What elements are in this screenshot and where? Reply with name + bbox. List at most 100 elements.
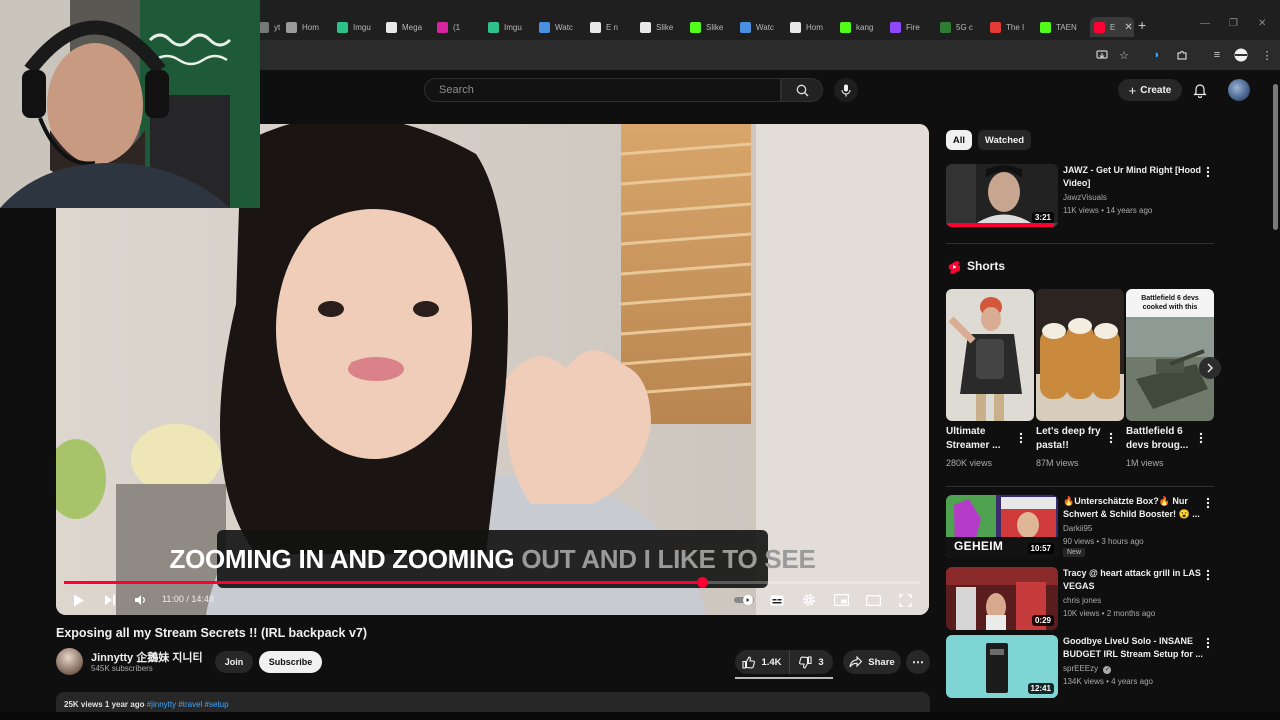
description-hashtags[interactable]: #jinnytty #travel #setup — [147, 700, 229, 709]
browser-tab[interactable]: Imgu — [488, 17, 522, 37]
close-window-icon[interactable]: ✕ — [1258, 18, 1266, 29]
browser-tab[interactable]: kang — [840, 17, 873, 37]
browser-tab[interactable]: Hom — [286, 17, 319, 37]
browser-tab[interactable]: Mega — [386, 17, 422, 37]
browser-tab[interactable]: Watc — [539, 17, 573, 37]
subscribe-button[interactable]: Subscribe — [259, 651, 322, 673]
notifications-bell-icon[interactable] — [1192, 82, 1208, 98]
extension-icon[interactable]: ◗ — [1150, 48, 1164, 62]
playback-time: 11:00 / 14:48 — [162, 594, 214, 604]
more-vertical-icon[interactable] — [1203, 568, 1213, 582]
browser-tab[interactable]: Slike — [690, 17, 723, 37]
miniplayer-icon[interactable] — [833, 592, 849, 608]
related-video-title[interactable]: 🔥Unterschätzte Box?🔥 Nur Schwert & Schil… — [1063, 495, 1208, 521]
browser-tab[interactable]: yt — [258, 17, 280, 37]
short-title[interactable]: Battlefield 6 devs broug... — [1126, 425, 1196, 453]
voice-search-button[interactable] — [834, 78, 858, 102]
new-tab-button[interactable]: + — [1138, 17, 1146, 33]
related-video-title[interactable]: Tracy @ heart attack grill in LAS VEGAS — [1063, 567, 1208, 593]
dislike-button[interactable]: 3 — [790, 650, 833, 674]
more-vertical-icon[interactable] — [1197, 432, 1205, 444]
seek-bar-played — [64, 581, 700, 584]
browser-tab[interactable]: TAEN — [1040, 17, 1077, 37]
bookmark-star-icon[interactable]: ☆ — [1117, 48, 1131, 62]
settings-gear-icon[interactable] — [801, 592, 817, 608]
volume-icon[interactable] — [132, 592, 148, 608]
extensions-puzzle-icon[interactable] — [1175, 48, 1189, 62]
video-thumbnail[interactable]: GEHEIM 10:57 — [946, 495, 1058, 558]
browser-tab[interactable]: (1 — [437, 17, 460, 37]
more-vertical-icon[interactable] — [1203, 636, 1213, 650]
minimize-icon[interactable]: — — [1200, 18, 1210, 29]
related-video-channel[interactable]: JawzVisuals — [1063, 191, 1213, 204]
seek-bar[interactable] — [64, 581, 920, 584]
browser-tab[interactable]: Watc — [740, 17, 774, 37]
browser-tab[interactable]: 5G c — [940, 17, 973, 37]
tab-title: Imgu — [353, 22, 371, 32]
scrollbar-thumb[interactable] — [1273, 84, 1278, 230]
related-video-channel[interactable]: Darkii95 — [1063, 522, 1213, 535]
shorts-logo-icon — [948, 260, 961, 275]
maximize-icon[interactable]: ❐ — [1229, 18, 1238, 29]
tab-close-icon[interactable]: ✕ — [1124, 22, 1132, 33]
more-vertical-icon[interactable] — [1203, 496, 1213, 510]
create-button[interactable]: + Create — [1118, 79, 1182, 101]
shorts-next-button[interactable] — [1199, 357, 1221, 379]
short-thumbnail[interactable] — [1036, 289, 1124, 421]
like-button[interactable]: 1.4K — [735, 650, 790, 674]
more-actions-button[interactable]: ⋯ — [906, 650, 930, 674]
next-video-icon[interactable] — [102, 592, 118, 608]
short-thumbnail[interactable] — [946, 289, 1034, 421]
related-video-channel[interactable]: sprEEEzy ✓ — [1063, 662, 1213, 675]
play-icon[interactable] — [71, 592, 87, 608]
video-thumbnail[interactable]: 12:41 — [946, 635, 1058, 698]
related-video-channel[interactable]: chris jones — [1063, 594, 1213, 607]
install-app-icon[interactable] — [1095, 48, 1109, 62]
search-button[interactable] — [781, 78, 823, 102]
tab-favicon-icon — [940, 21, 951, 33]
more-vertical-icon[interactable] — [1017, 432, 1025, 444]
account-avatar[interactable] — [1228, 79, 1250, 101]
seek-handle[interactable] — [697, 577, 708, 588]
search-input[interactable]: Search — [424, 78, 781, 102]
join-button[interactable]: Join — [215, 651, 253, 673]
short-thumbnail[interactable]: Battlefield 6 devs cooked with this — [1126, 289, 1214, 421]
subtitles-icon[interactable] — [769, 592, 785, 608]
chip-watched[interactable]: Watched — [978, 130, 1031, 150]
short-title[interactable]: Ultimate Streamer ... — [946, 425, 1016, 453]
like-ratio-bar — [735, 677, 833, 679]
browser-tab[interactable]: Fire — [890, 17, 920, 37]
browser-tab[interactable]: E n — [590, 17, 618, 37]
short-title[interactable]: Let's deep fry pasta!! — [1036, 425, 1106, 453]
browser-tab[interactable]: E ✕ — [1090, 17, 1134, 37]
more-vertical-icon[interactable] — [1203, 165, 1213, 179]
description-views-date: 25K views 1 year ago — [64, 700, 145, 709]
tab-title: (1 — [453, 22, 461, 32]
chip-all[interactable]: All — [946, 130, 972, 150]
share-arrow-icon — [849, 656, 863, 668]
fullscreen-icon[interactable] — [897, 592, 913, 608]
more-vertical-icon[interactable] — [1107, 432, 1115, 444]
profile-icon[interactable] — [1234, 48, 1248, 62]
related-video-title[interactable]: Goodbye LiveU Solo - INSANE BUDGET IRL S… — [1063, 635, 1208, 661]
video-title: Exposing all my Stream Secrets !! (IRL b… — [56, 626, 368, 640]
video-thumbnail[interactable]: 3:21 — [946, 164, 1058, 227]
description-stats: 25K views 1 year ago #jinnytty #travel #… — [64, 700, 229, 709]
video-duration: 12:41 — [1027, 683, 1054, 694]
browser-menu-icon[interactable]: ⋮ — [1260, 48, 1274, 62]
search-icon — [796, 84, 808, 96]
related-video-title[interactable]: JAWZ - Get Ur Mind Right [Hood Video] — [1063, 164, 1208, 190]
browser-tab[interactable]: The I — [990, 17, 1024, 37]
theater-mode-icon[interactable] — [865, 592, 881, 608]
channel-name[interactable]: Jinnytty 企鵝妹 지니티 — [91, 649, 203, 665]
browser-tab[interactable]: Hom — [790, 17, 823, 37]
video-thumbnail[interactable]: 0:29 — [946, 567, 1058, 630]
media-controls-icon[interactable]: ≡ — [1210, 48, 1224, 62]
share-button[interactable]: Share — [843, 650, 901, 674]
browser-tab[interactable]: Imgu — [337, 17, 371, 37]
section-divider — [946, 486, 1214, 487]
channel-avatar[interactable] — [56, 648, 83, 675]
tab-favicon-icon — [890, 21, 901, 33]
autoplay-toggle-icon[interactable] — [733, 592, 757, 608]
browser-tab[interactable]: Slike — [640, 17, 673, 37]
